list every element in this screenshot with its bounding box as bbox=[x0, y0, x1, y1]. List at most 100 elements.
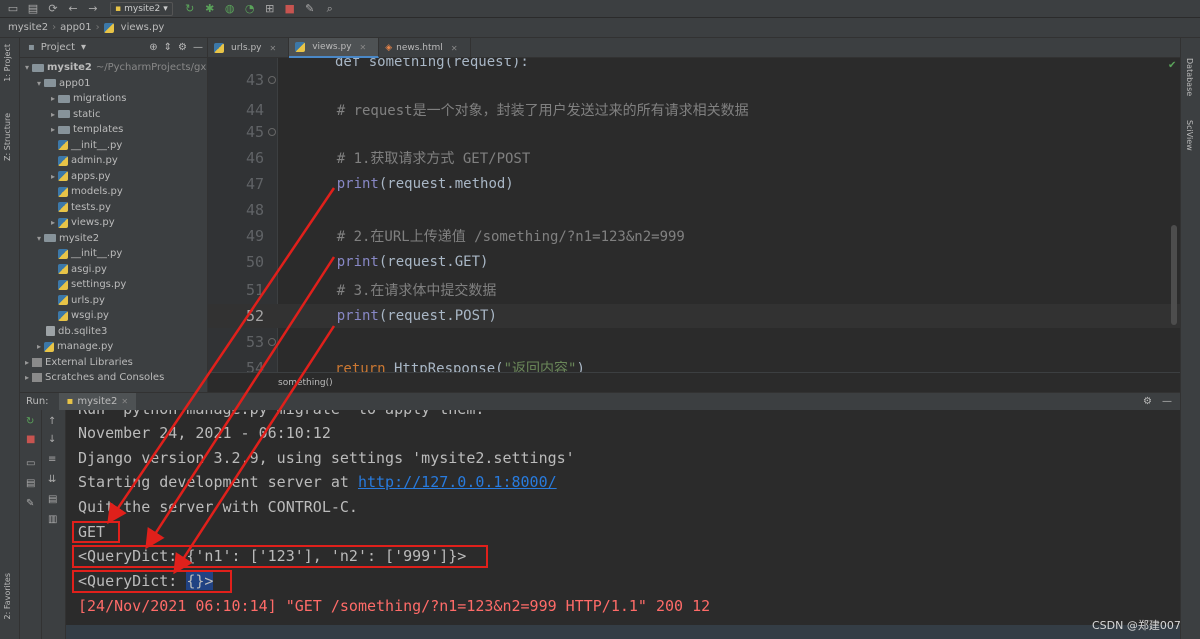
tree-item-migrations[interactable]: ▸ migrations bbox=[20, 91, 207, 107]
open-folder-icon[interactable]: ▭ bbox=[6, 2, 20, 15]
back-icon[interactable]: ← bbox=[66, 2, 80, 15]
editor-scrollbar[interactable] bbox=[1171, 225, 1177, 325]
run-tab-mysite2[interactable]: ▪ mysite2 ✕ bbox=[58, 392, 137, 411]
sciview-tool-tab[interactable]: SciView bbox=[1185, 120, 1194, 151]
print-icon[interactable]: ▤ bbox=[26, 478, 35, 489]
collapsed-arrow-icon[interactable]: ▸ bbox=[22, 358, 32, 367]
breadcrumb-function[interactable]: something() bbox=[278, 378, 333, 388]
coverage-icon[interactable]: ◍ bbox=[223, 2, 237, 15]
fold-marker-icon[interactable] bbox=[268, 128, 276, 136]
html-file-icon: ◈ bbox=[385, 43, 393, 53]
expanded-arrow-icon[interactable]: ▾ bbox=[22, 63, 32, 72]
code-call: HttpResponse( bbox=[385, 361, 504, 372]
code-editor[interactable]: 43 def something(request): 44 # request是… bbox=[208, 58, 1180, 372]
tree-item-mysite2-root[interactable]: ▾ mysite2 ~/PycharmProjects/gx bbox=[20, 60, 207, 76]
inspection-ok-icon[interactable]: ✔ bbox=[1168, 60, 1176, 71]
tree-item-init-py[interactable]: __init__.py bbox=[20, 138, 207, 154]
console-toolbar: ↑ ↓ ≡ ⇊ ▤ ▥ bbox=[42, 410, 66, 639]
collapsed-arrow-icon[interactable]: ▸ bbox=[34, 342, 44, 351]
gear-icon[interactable]: ⚙ bbox=[178, 42, 187, 53]
main-toolbar: ▭ ▤ ⟳ ← → ▪ mysite2 ▾ ↻ ✱ ◍ ◔ ⊞ ■ ✎ ⌕ bbox=[0, 0, 1200, 18]
collapsed-arrow-icon[interactable]: ▸ bbox=[48, 110, 58, 119]
hide-icon[interactable]: — bbox=[1162, 396, 1172, 407]
tree-item-manage-py[interactable]: ▸ manage.py bbox=[20, 339, 207, 355]
scroll-up-icon[interactable]: ↑ bbox=[48, 416, 56, 427]
tab-urls-py[interactable]: urls.py ✕ bbox=[208, 38, 290, 58]
line-number: 50 bbox=[245, 253, 264, 271]
left-tool-stripe: 1: Project Z: Structure 2: Favorites bbox=[0, 38, 20, 639]
tree-item-asgi-py[interactable]: asgi.py bbox=[20, 262, 207, 278]
collapsed-arrow-icon[interactable]: ▸ bbox=[22, 373, 32, 382]
scroll-to-end-icon[interactable]: ⇊ bbox=[48, 474, 56, 485]
tree-item-app01[interactable]: ▾ app01 bbox=[20, 76, 207, 92]
tree-item-mysite2-package[interactable]: ▾ mysite2 bbox=[20, 231, 207, 247]
tree-item-label: app01 bbox=[59, 77, 91, 89]
rerun-icon[interactable]: ↻ bbox=[26, 416, 34, 427]
print-icon[interactable]: ▤ bbox=[48, 494, 57, 505]
locate-icon[interactable]: ⊕ bbox=[149, 42, 157, 53]
stop-icon[interactable]: ■ bbox=[283, 2, 297, 15]
python-file-icon bbox=[58, 140, 68, 151]
tree-item-external-libraries[interactable]: ▸ External Libraries bbox=[20, 355, 207, 371]
fold-marker-icon[interactable] bbox=[268, 338, 276, 346]
restore-layout-icon[interactable]: ▭ bbox=[26, 458, 35, 469]
tab-views-py[interactable]: views.py ✕ bbox=[289, 38, 380, 58]
nav-crumb-file[interactable]: views.py bbox=[121, 22, 165, 33]
tree-item-admin-py[interactable]: admin.py bbox=[20, 153, 207, 169]
tree-item-urls-py[interactable]: urls.py bbox=[20, 293, 207, 309]
expanded-arrow-icon[interactable]: ▾ bbox=[34, 79, 44, 88]
favorites-tool-tab[interactable]: 2: Favorites bbox=[3, 573, 12, 619]
tree-item-templates[interactable]: ▸ templates bbox=[20, 122, 207, 138]
debug-icon[interactable]: ✱ bbox=[203, 2, 217, 15]
tree-item-settings-py[interactable]: settings.py bbox=[20, 277, 207, 293]
pin-icon[interactable]: ✎ bbox=[26, 498, 34, 509]
close-icon[interactable]: ✕ bbox=[451, 44, 458, 53]
tree-item-wsgi-py[interactable]: wsgi.py bbox=[20, 308, 207, 324]
fold-marker-icon[interactable] bbox=[268, 76, 276, 84]
wrench-icon[interactable]: ✎ bbox=[303, 2, 317, 15]
folder-icon bbox=[44, 234, 56, 243]
close-icon[interactable]: ✕ bbox=[270, 44, 277, 53]
concurrency-icon[interactable]: ⊞ bbox=[263, 2, 277, 15]
collapse-icon[interactable]: ⇕ bbox=[164, 42, 172, 53]
gear-icon[interactable]: ⚙ bbox=[1143, 396, 1152, 407]
collapsed-arrow-icon[interactable]: ▸ bbox=[48, 218, 58, 227]
stop-icon[interactable]: ■ bbox=[26, 434, 35, 445]
tree-item-scratches[interactable]: ▸ Scratches and Consoles bbox=[20, 370, 207, 386]
soft-wrap-icon[interactable]: ≡ bbox=[48, 454, 56, 465]
tree-item-models-py[interactable]: models.py bbox=[20, 184, 207, 200]
database-file-icon bbox=[46, 326, 55, 337]
hide-icon[interactable]: — bbox=[193, 42, 203, 53]
tree-item-db-sqlite3[interactable]: db.sqlite3 bbox=[20, 324, 207, 340]
project-tool-tab[interactable]: 1: Project bbox=[3, 44, 12, 82]
project-view-select[interactable]: Project bbox=[41, 42, 75, 53]
collapsed-arrow-icon[interactable]: ▸ bbox=[48, 94, 58, 103]
expanded-arrow-icon[interactable]: ▾ bbox=[34, 234, 44, 243]
scroll-down-icon[interactable]: ↓ bbox=[48, 434, 56, 445]
nav-crumb-project[interactable]: mysite2 bbox=[8, 22, 48, 33]
rerun-icon[interactable]: ↻ bbox=[183, 2, 197, 15]
folder-icon bbox=[58, 110, 70, 119]
collapsed-arrow-icon[interactable]: ▸ bbox=[48, 125, 58, 134]
search-icon[interactable]: ⌕ bbox=[323, 2, 337, 16]
structure-tool-tab[interactable]: Z: Structure bbox=[3, 113, 12, 161]
tree-item-static[interactable]: ▸ static bbox=[20, 107, 207, 123]
tree-item-tests-py[interactable]: tests.py bbox=[20, 200, 207, 216]
tree-item-init-py[interactable]: __init__.py bbox=[20, 246, 207, 262]
save-icon[interactable]: ▤ bbox=[26, 2, 40, 15]
database-tool-tab[interactable]: Database bbox=[1185, 58, 1194, 96]
nav-crumb-folder[interactable]: app01 bbox=[60, 22, 92, 33]
tree-item-views-py[interactable]: ▸ views.py bbox=[20, 215, 207, 231]
sync-icon[interactable]: ⟳ bbox=[46, 2, 60, 15]
tree-item-apps-py[interactable]: ▸ apps.py bbox=[20, 169, 207, 185]
forward-icon[interactable]: → bbox=[86, 2, 100, 15]
trash-icon[interactable]: ▥ bbox=[48, 514, 57, 525]
profile-icon[interactable]: ◔ bbox=[243, 2, 257, 15]
close-icon[interactable]: ✕ bbox=[121, 397, 128, 406]
collapsed-arrow-icon[interactable]: ▸ bbox=[48, 172, 58, 181]
tab-news-html[interactable]: ◈ news.html ✕ bbox=[379, 38, 471, 58]
server-url-link[interactable]: http://127.0.0.1:8000/ bbox=[358, 473, 557, 491]
run-configuration-select[interactable]: ▪ mysite2 ▾ bbox=[110, 1, 173, 16]
run-console[interactable]: Run 'python manage.py migrate' to apply … bbox=[66, 410, 1180, 639]
close-icon[interactable]: ✕ bbox=[360, 43, 367, 52]
